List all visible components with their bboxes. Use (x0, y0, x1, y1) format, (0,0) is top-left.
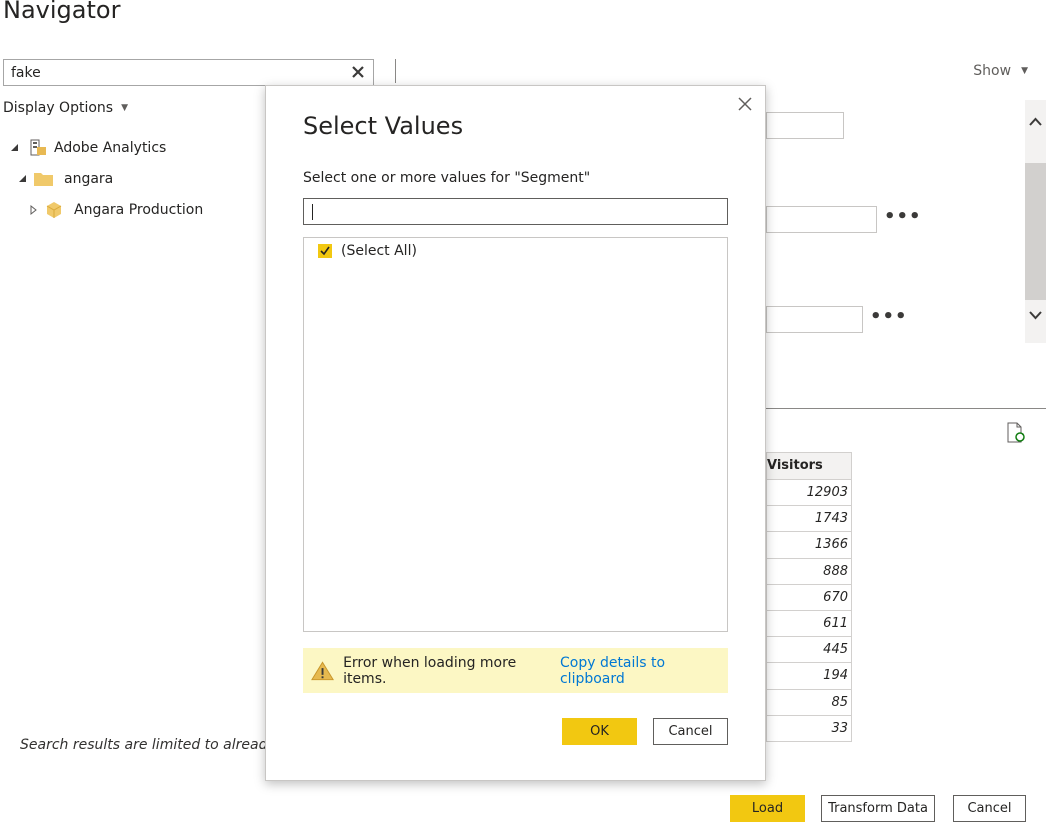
preview-table: Visitors 12903 1743 1366 888 670 611 445… (766, 452, 852, 742)
select-all-label[interactable]: (Select All) (341, 243, 417, 259)
values-search-input[interactable] (303, 198, 728, 225)
select-values-dialog: Select Values Select one or more values … (265, 85, 766, 781)
search-value: fake (11, 65, 41, 81)
parameter-input-2[interactable] (766, 206, 877, 233)
dialog-label: Select one or more values for "Segment" (303, 170, 591, 186)
table-cell: 445 (766, 637, 852, 664)
search-input[interactable]: fake (3, 59, 374, 86)
table-cell: 670 (766, 584, 852, 611)
page-title: Navigator (3, 0, 121, 24)
dialog-title: Select Values (303, 112, 464, 140)
error-text: Error when loading more items. (343, 654, 517, 687)
close-icon[interactable] (737, 96, 753, 112)
error-banner: Error when loading more items. Copy deta… (303, 648, 728, 693)
table-cell: 611 (766, 610, 852, 638)
table-cell: 1366 (766, 532, 852, 559)
server-icon (30, 139, 46, 156)
text-cursor (312, 204, 313, 220)
cube-icon (46, 202, 62, 218)
display-options-label: Display Options (3, 100, 114, 116)
folder-icon (34, 173, 53, 186)
table-cell: 33 (766, 715, 852, 742)
table-cell: 85 (766, 689, 852, 716)
show-dropdown[interactable]: Show ▼ (973, 63, 1028, 79)
tree-item-label: angara (64, 171, 114, 187)
transform-data-button[interactable]: Transform Data (821, 795, 935, 822)
table-cell: 194 (766, 663, 852, 690)
expand-icon[interactable] (29, 204, 39, 216)
copy-details-link[interactable]: Copy details to clipboard (560, 655, 728, 687)
table-cell: 888 (766, 558, 852, 585)
tree-item-angara-production[interactable]: Angara Production (29, 198, 203, 222)
tree-item-adobe-analytics[interactable]: Adobe Analytics (10, 136, 166, 160)
table-cell: 1743 (766, 506, 852, 533)
tree-item-angara[interactable]: angara (18, 167, 113, 191)
collapse-icon[interactable] (18, 174, 28, 184)
parameter-input-3[interactable] (766, 306, 863, 333)
scrollbar-thumb[interactable] (1025, 163, 1046, 300)
warning-icon (311, 660, 334, 680)
search-limit-note: Search results are limited to already e (20, 737, 289, 753)
collapse-icon[interactable] (10, 143, 20, 153)
values-list[interactable]: (Select All) (303, 237, 728, 632)
more-options-icon[interactable]: ••• (884, 206, 922, 227)
column-header: Visitors (766, 452, 852, 480)
chevron-down-icon: ▼ (1021, 66, 1028, 76)
table-cell: 12903 (766, 480, 852, 507)
chevron-down-icon: ▼ (121, 103, 128, 113)
vertical-scrollbar[interactable] (1025, 100, 1046, 343)
show-label: Show (973, 63, 1012, 79)
more-options-icon[interactable]: ••• (870, 306, 908, 327)
chevron-up-icon[interactable] (1029, 116, 1042, 129)
tree-item-label: Adobe Analytics (54, 140, 167, 156)
display-options-button[interactable]: Display Options ▼ (3, 100, 128, 116)
select-all-checkbox[interactable] (318, 244, 332, 258)
check-icon (320, 246, 330, 256)
tree-item-label: Angara Production (74, 202, 204, 218)
cancel-button[interactable]: Cancel (953, 795, 1026, 822)
close-icon[interactable] (349, 63, 367, 81)
ok-button[interactable]: OK (562, 718, 637, 745)
parameter-input-1[interactable] (766, 112, 844, 139)
dialog-cancel-button[interactable]: Cancel (653, 718, 728, 745)
section-divider (766, 408, 1046, 409)
panel-divider (395, 59, 396, 83)
chevron-down-icon[interactable] (1029, 308, 1042, 321)
load-button[interactable]: Load (730, 795, 805, 822)
refresh-icon[interactable] (1006, 422, 1026, 444)
